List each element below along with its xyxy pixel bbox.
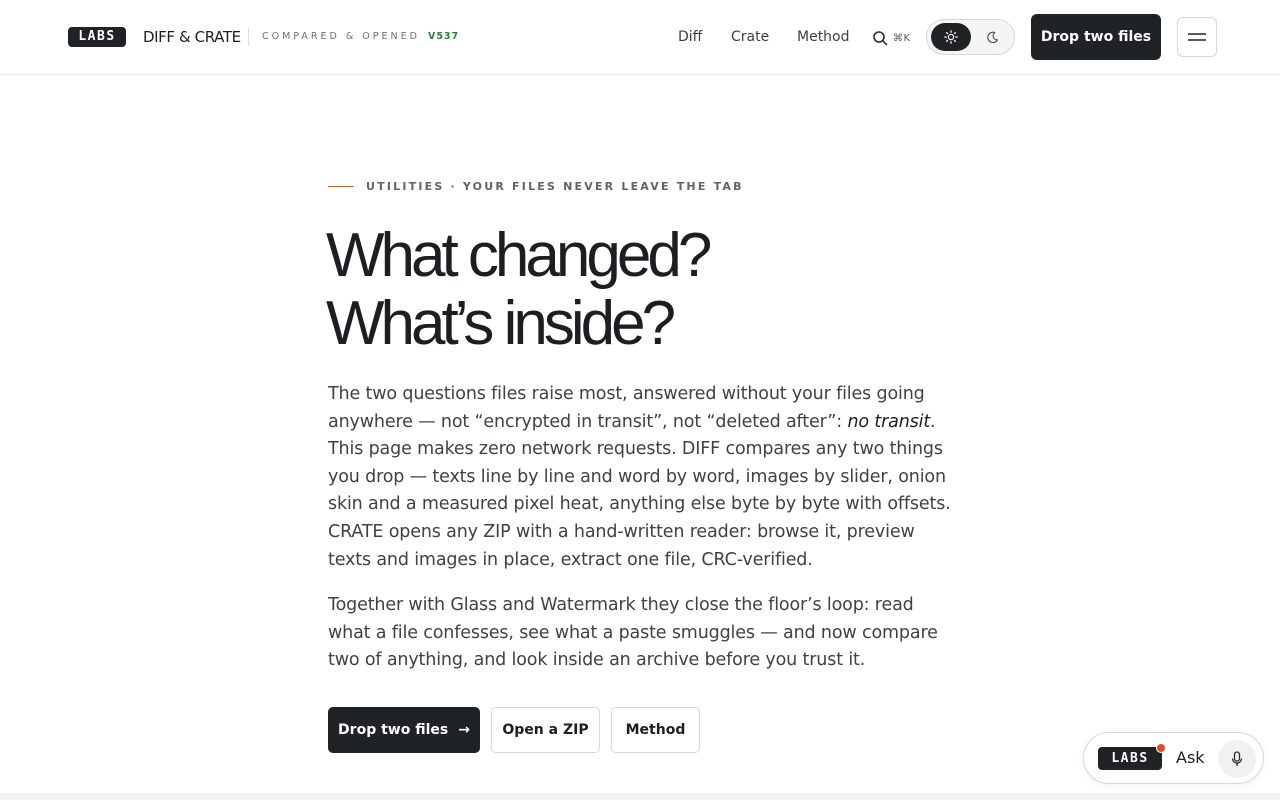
eyebrow-text: UTILITIES · YOUR FILES NEVER LEAVE THE T… xyxy=(366,179,744,193)
nav-link-method[interactable]: Method xyxy=(797,28,850,46)
intro-paragraph: The two questions files raise most, answ… xyxy=(328,381,952,574)
headline-line-2: What’s inside? xyxy=(326,289,676,358)
intro-emphasis: no transit xyxy=(847,411,931,432)
tagline: COMPARED & OPENED V537 xyxy=(262,30,459,44)
search-shortcut: ⌘K xyxy=(893,32,911,44)
moon-icon xyxy=(986,31,998,43)
search-icon xyxy=(873,31,888,46)
hero-headline: What changed? What’s inside? xyxy=(326,222,966,358)
nav-link-diff[interactable]: Diff xyxy=(678,28,702,46)
drop-two-files-button[interactable]: Drop two files → xyxy=(328,707,480,753)
eyebrow-accent-line xyxy=(328,185,354,187)
ask-widget[interactable]: LABS Ask xyxy=(1083,732,1264,784)
header-divider xyxy=(248,28,249,46)
ask-labs-logo: LABS xyxy=(1098,747,1162,770)
ask-label: Ask xyxy=(1176,748,1205,767)
brand-name[interactable]: DIFF & CRATE xyxy=(143,27,241,47)
voice-button[interactable] xyxy=(1218,740,1256,778)
sun-icon xyxy=(944,30,958,44)
labs-logo[interactable]: LABS xyxy=(68,27,126,47)
theme-dark-option[interactable] xyxy=(973,23,1011,51)
intro-text-b: . This page makes zero network requests.… xyxy=(328,411,951,570)
theme-toggle[interactable] xyxy=(926,19,1015,55)
next-section-edge xyxy=(0,793,1280,800)
loop-paragraph: Together with Glass and Watermark they c… xyxy=(328,595,938,671)
method-button[interactable]: Method xyxy=(611,707,700,753)
tagline-text: COMPARED & OPENED xyxy=(262,31,420,42)
eyebrow: UTILITIES · YOUR FILES NEVER LEAVE THE T… xyxy=(328,178,744,194)
notification-dot xyxy=(1156,743,1166,753)
drop-two-files-label: Drop two files xyxy=(338,722,449,738)
hamburger-icon xyxy=(1188,33,1206,41)
search-button[interactable]: ⌘K xyxy=(872,28,914,48)
version-badge: V537 xyxy=(427,31,460,42)
intro-text-a: The two questions files raise most, answ… xyxy=(328,384,925,432)
site-header: LABS DIFF & CRATE COMPARED & OPENED V537… xyxy=(0,0,1280,75)
open-zip-button[interactable]: Open a ZIP xyxy=(491,707,600,753)
theme-light-option[interactable] xyxy=(931,23,971,51)
menu-button[interactable] xyxy=(1177,17,1217,57)
nav-link-crate[interactable]: Crate xyxy=(731,28,769,46)
arrow-right-icon: → xyxy=(458,722,470,738)
microphone-icon xyxy=(1231,751,1243,766)
headline-line-1: What changed? xyxy=(326,221,712,290)
drop-two-files-header-button[interactable]: Drop two files xyxy=(1031,14,1161,60)
